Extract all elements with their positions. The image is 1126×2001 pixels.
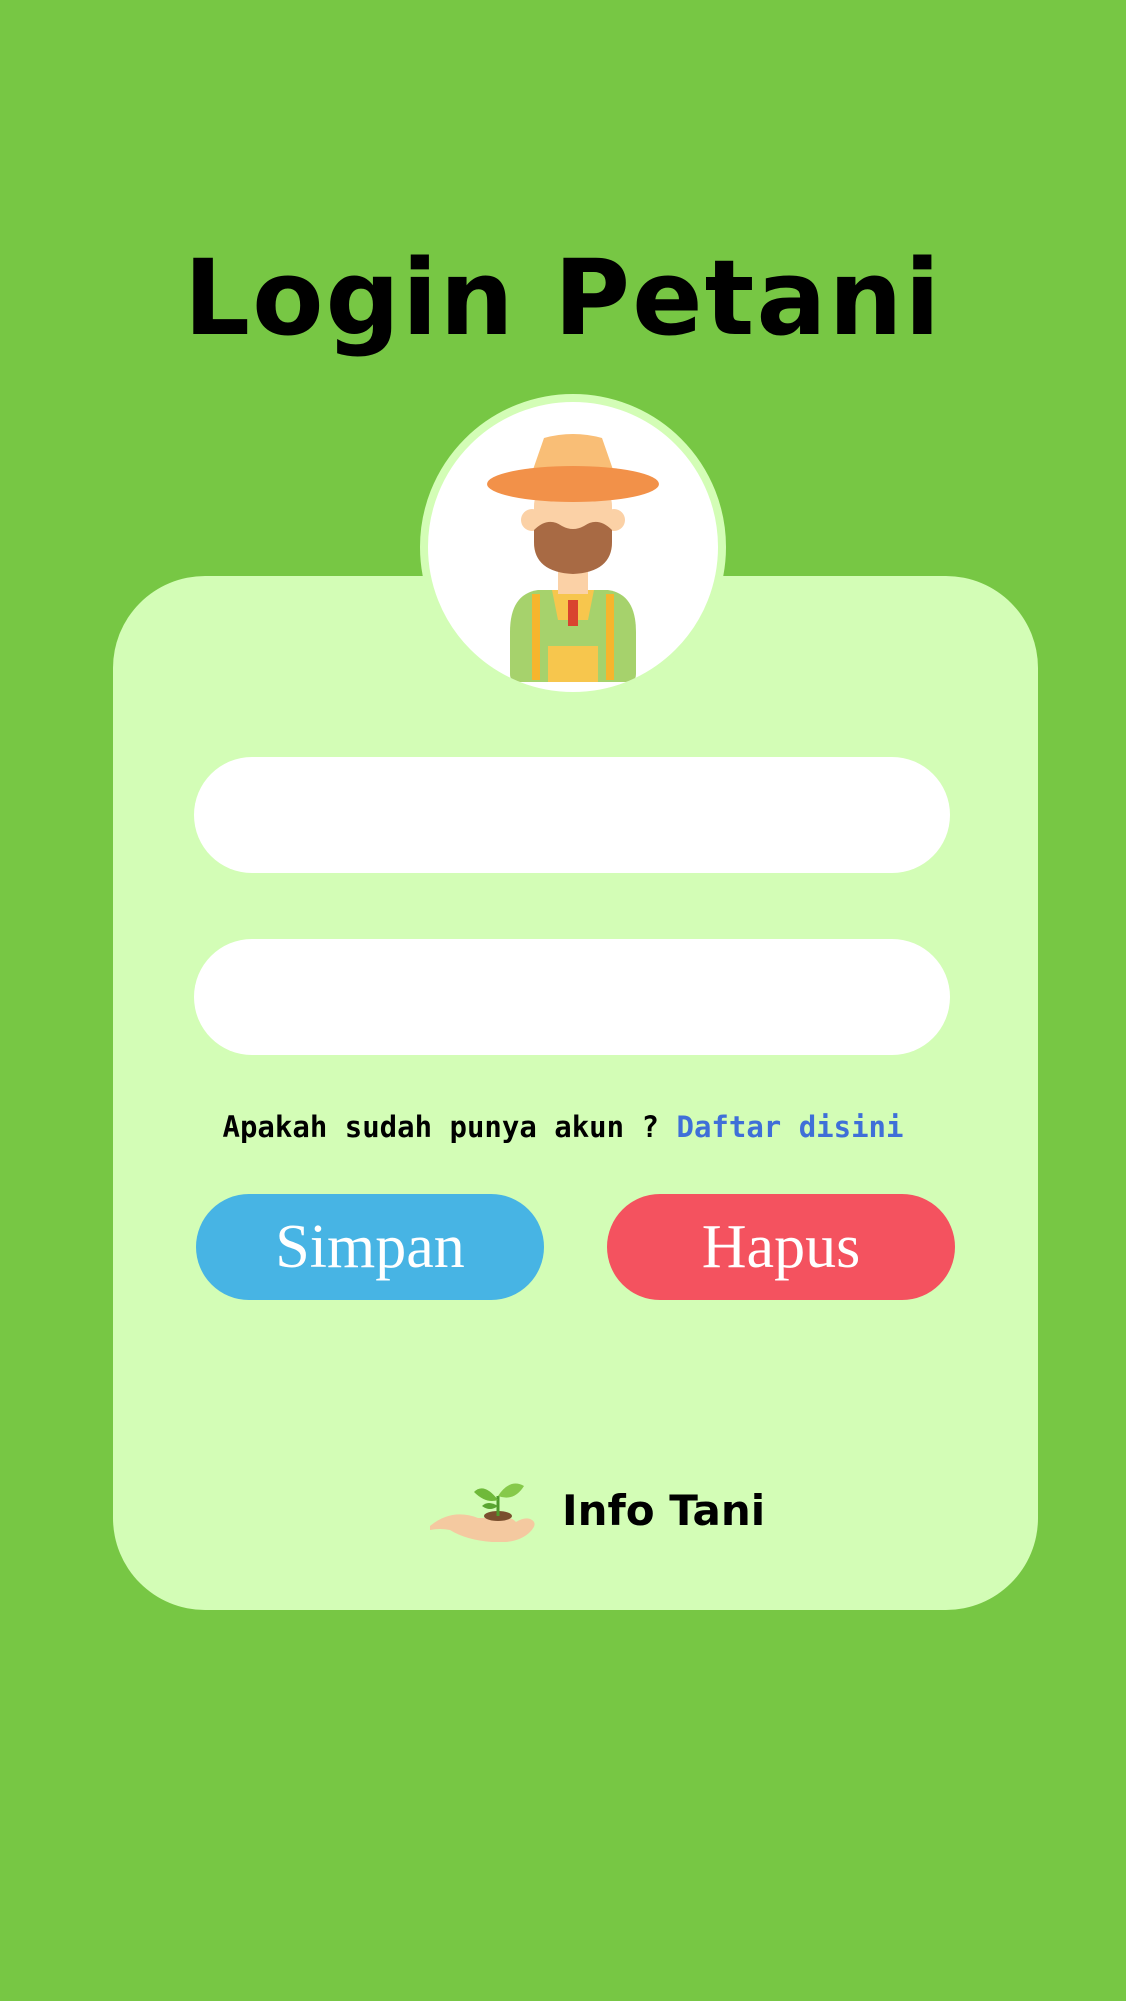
- brand-logo: Info Tani: [428, 1478, 765, 1542]
- login-card: [113, 576, 1038, 1610]
- farmer-icon: [487, 434, 659, 682]
- save-button[interactable]: Simpan: [196, 1194, 544, 1300]
- page-title: Login Petani: [183, 237, 943, 359]
- password-input[interactable]: [194, 939, 950, 1055]
- register-link[interactable]: Daftar disini: [676, 1110, 903, 1144]
- account-prompt: Apakah sudah punya akun ? Daftar disini: [0, 1106, 1126, 1148]
- account-prompt-text: Apakah sudah punya akun ?: [222, 1110, 660, 1144]
- delete-button[interactable]: Hapus: [607, 1194, 955, 1300]
- farmer-avatar: [420, 394, 726, 700]
- username-input[interactable]: [194, 757, 950, 873]
- plant-in-hand-icon: [430, 1483, 535, 1542]
- brand-name: Info Tani: [562, 1485, 766, 1535]
